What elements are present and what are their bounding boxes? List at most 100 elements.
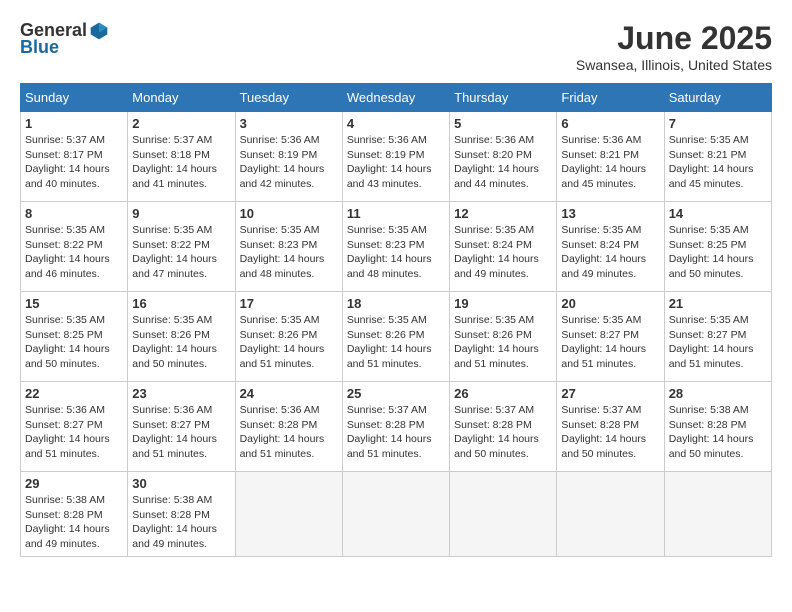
day-number: 5 [454, 116, 552, 131]
day-number: 21 [669, 296, 767, 311]
day-number: 1 [25, 116, 123, 131]
calendar-cell: 17 Sunrise: 5:35 AMSunset: 8:26 PMDaylig… [235, 292, 342, 382]
day-number: 13 [561, 206, 659, 221]
calendar-week-row: 1 Sunrise: 5:37 AMSunset: 8:17 PMDayligh… [21, 112, 772, 202]
calendar-cell: 11 Sunrise: 5:35 AMSunset: 8:23 PMDaylig… [342, 202, 449, 292]
day-info: Sunrise: 5:35 AMSunset: 8:22 PMDaylight:… [25, 224, 110, 280]
logo-blue-text: Blue [20, 37, 59, 58]
day-info: Sunrise: 5:37 AMSunset: 8:17 PMDaylight:… [25, 134, 110, 190]
calendar-cell: 29 Sunrise: 5:38 AMSunset: 8:28 PMDaylig… [21, 472, 128, 557]
day-number: 19 [454, 296, 552, 311]
calendar-week-row: 8 Sunrise: 5:35 AMSunset: 8:22 PMDayligh… [21, 202, 772, 292]
day-info: Sunrise: 5:37 AMSunset: 8:28 PMDaylight:… [454, 404, 539, 460]
calendar-cell: 28 Sunrise: 5:38 AMSunset: 8:28 PMDaylig… [664, 382, 771, 472]
day-info: Sunrise: 5:35 AMSunset: 8:24 PMDaylight:… [561, 224, 646, 280]
calendar-cell: 16 Sunrise: 5:35 AMSunset: 8:26 PMDaylig… [128, 292, 235, 382]
logo-icon [89, 21, 109, 41]
weekday-header-monday: Monday [128, 84, 235, 112]
day-number: 17 [240, 296, 338, 311]
calendar-cell: 8 Sunrise: 5:35 AMSunset: 8:22 PMDayligh… [21, 202, 128, 292]
day-number: 22 [25, 386, 123, 401]
calendar-cell: 2 Sunrise: 5:37 AMSunset: 8:18 PMDayligh… [128, 112, 235, 202]
day-info: Sunrise: 5:35 AMSunset: 8:27 PMDaylight:… [561, 314, 646, 370]
calendar-cell: 4 Sunrise: 5:36 AMSunset: 8:19 PMDayligh… [342, 112, 449, 202]
day-info: Sunrise: 5:36 AMSunset: 8:19 PMDaylight:… [240, 134, 325, 190]
weekday-header-thursday: Thursday [450, 84, 557, 112]
day-number: 18 [347, 296, 445, 311]
calendar-cell [235, 472, 342, 557]
day-info: Sunrise: 5:35 AMSunset: 8:26 PMDaylight:… [132, 314, 217, 370]
day-number: 11 [347, 206, 445, 221]
calendar-cell: 21 Sunrise: 5:35 AMSunset: 8:27 PMDaylig… [664, 292, 771, 382]
calendar-cell: 25 Sunrise: 5:37 AMSunset: 8:28 PMDaylig… [342, 382, 449, 472]
day-info: Sunrise: 5:36 AMSunset: 8:28 PMDaylight:… [240, 404, 325, 460]
calendar-cell: 10 Sunrise: 5:35 AMSunset: 8:23 PMDaylig… [235, 202, 342, 292]
day-number: 10 [240, 206, 338, 221]
day-info: Sunrise: 5:35 AMSunset: 8:25 PMDaylight:… [25, 314, 110, 370]
calendar-week-row: 29 Sunrise: 5:38 AMSunset: 8:28 PMDaylig… [21, 472, 772, 557]
day-number: 26 [454, 386, 552, 401]
weekday-header-wednesday: Wednesday [342, 84, 449, 112]
calendar-cell: 18 Sunrise: 5:35 AMSunset: 8:26 PMDaylig… [342, 292, 449, 382]
day-number: 30 [132, 476, 230, 491]
day-info: Sunrise: 5:38 AMSunset: 8:28 PMDaylight:… [669, 404, 754, 460]
calendar-cell: 24 Sunrise: 5:36 AMSunset: 8:28 PMDaylig… [235, 382, 342, 472]
day-number: 2 [132, 116, 230, 131]
weekday-header-sunday: Sunday [21, 84, 128, 112]
calendar-cell: 9 Sunrise: 5:35 AMSunset: 8:22 PMDayligh… [128, 202, 235, 292]
day-info: Sunrise: 5:35 AMSunset: 8:26 PMDaylight:… [347, 314, 432, 370]
day-info: Sunrise: 5:35 AMSunset: 8:27 PMDaylight:… [669, 314, 754, 370]
day-number: 29 [25, 476, 123, 491]
calendar-cell: 1 Sunrise: 5:37 AMSunset: 8:17 PMDayligh… [21, 112, 128, 202]
calendar-cell: 19 Sunrise: 5:35 AMSunset: 8:26 PMDaylig… [450, 292, 557, 382]
calendar-cell [342, 472, 449, 557]
calendar-cell: 5 Sunrise: 5:36 AMSunset: 8:20 PMDayligh… [450, 112, 557, 202]
calendar-cell: 27 Sunrise: 5:37 AMSunset: 8:28 PMDaylig… [557, 382, 664, 472]
calendar-cell: 13 Sunrise: 5:35 AMSunset: 8:24 PMDaylig… [557, 202, 664, 292]
calendar-cell: 3 Sunrise: 5:36 AMSunset: 8:19 PMDayligh… [235, 112, 342, 202]
calendar-week-row: 22 Sunrise: 5:36 AMSunset: 8:27 PMDaylig… [21, 382, 772, 472]
weekday-header-row: SundayMondayTuesdayWednesdayThursdayFrid… [21, 84, 772, 112]
day-info: Sunrise: 5:35 AMSunset: 8:26 PMDaylight:… [454, 314, 539, 370]
calendar-cell: 20 Sunrise: 5:35 AMSunset: 8:27 PMDaylig… [557, 292, 664, 382]
weekday-header-friday: Friday [557, 84, 664, 112]
day-number: 24 [240, 386, 338, 401]
day-info: Sunrise: 5:35 AMSunset: 8:26 PMDaylight:… [240, 314, 325, 370]
title-block: June 2025 Swansea, Illinois, United Stat… [576, 20, 772, 73]
day-number: 3 [240, 116, 338, 131]
day-info: Sunrise: 5:35 AMSunset: 8:22 PMDaylight:… [132, 224, 217, 280]
day-number: 15 [25, 296, 123, 311]
day-info: Sunrise: 5:36 AMSunset: 8:21 PMDaylight:… [561, 134, 646, 190]
day-number: 6 [561, 116, 659, 131]
calendar-cell: 26 Sunrise: 5:37 AMSunset: 8:28 PMDaylig… [450, 382, 557, 472]
page-header: General Blue June 2025 Swansea, Illinois… [20, 20, 772, 73]
calendar-cell: 12 Sunrise: 5:35 AMSunset: 8:24 PMDaylig… [450, 202, 557, 292]
day-info: Sunrise: 5:38 AMSunset: 8:28 PMDaylight:… [25, 494, 110, 550]
day-number: 7 [669, 116, 767, 131]
day-number: 4 [347, 116, 445, 131]
day-number: 8 [25, 206, 123, 221]
day-info: Sunrise: 5:37 AMSunset: 8:28 PMDaylight:… [347, 404, 432, 460]
day-info: Sunrise: 5:38 AMSunset: 8:28 PMDaylight:… [132, 494, 217, 550]
calendar-cell: 22 Sunrise: 5:36 AMSunset: 8:27 PMDaylig… [21, 382, 128, 472]
calendar-cell [450, 472, 557, 557]
logo: General Blue [20, 20, 109, 58]
day-info: Sunrise: 5:35 AMSunset: 8:25 PMDaylight:… [669, 224, 754, 280]
day-info: Sunrise: 5:36 AMSunset: 8:27 PMDaylight:… [25, 404, 110, 460]
location: Swansea, Illinois, United States [576, 57, 772, 73]
calendar-cell: 7 Sunrise: 5:35 AMSunset: 8:21 PMDayligh… [664, 112, 771, 202]
day-info: Sunrise: 5:36 AMSunset: 8:20 PMDaylight:… [454, 134, 539, 190]
day-info: Sunrise: 5:35 AMSunset: 8:21 PMDaylight:… [669, 134, 754, 190]
day-info: Sunrise: 5:36 AMSunset: 8:27 PMDaylight:… [132, 404, 217, 460]
day-number: 16 [132, 296, 230, 311]
day-info: Sunrise: 5:36 AMSunset: 8:19 PMDaylight:… [347, 134, 432, 190]
day-info: Sunrise: 5:37 AMSunset: 8:28 PMDaylight:… [561, 404, 646, 460]
day-number: 9 [132, 206, 230, 221]
month-title: June 2025 [576, 20, 772, 57]
calendar-cell: 15 Sunrise: 5:35 AMSunset: 8:25 PMDaylig… [21, 292, 128, 382]
day-number: 28 [669, 386, 767, 401]
weekday-header-tuesday: Tuesday [235, 84, 342, 112]
calendar-table: SundayMondayTuesdayWednesdayThursdayFrid… [20, 83, 772, 557]
day-number: 12 [454, 206, 552, 221]
calendar-cell [557, 472, 664, 557]
